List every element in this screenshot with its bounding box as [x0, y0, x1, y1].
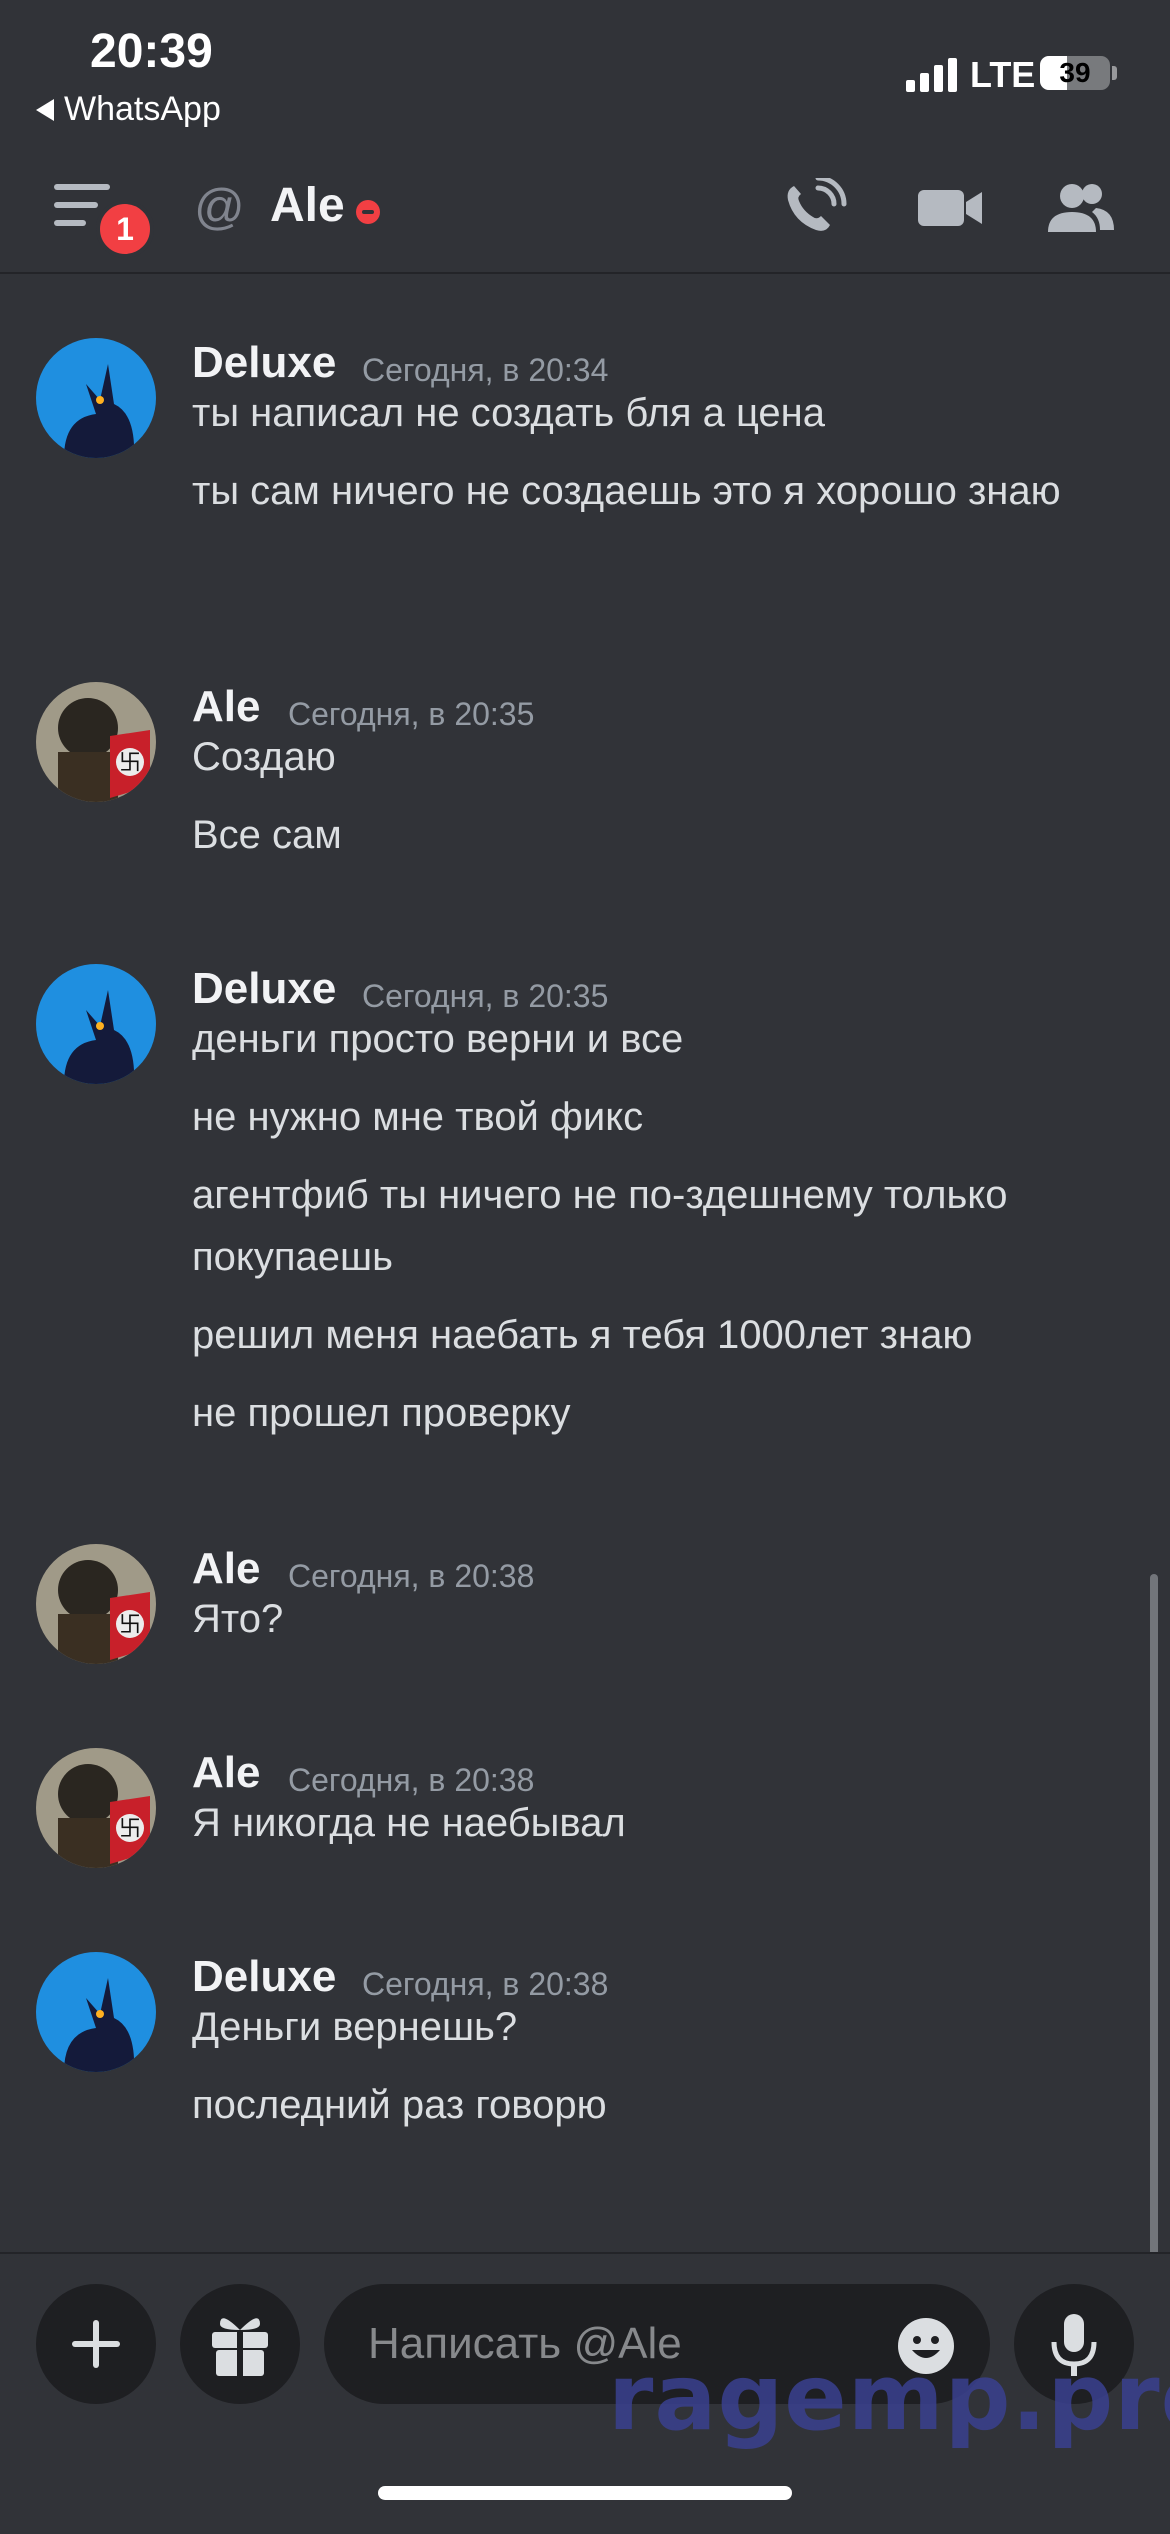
ale-avatar[interactable]: 卐: [36, 682, 156, 802]
notification-badge: 1: [96, 200, 154, 258]
message-author[interactable]: Ale: [192, 1544, 260, 1594]
message-author[interactable]: Deluxe: [192, 964, 336, 1014]
video-call-button[interactable]: [916, 178, 986, 238]
gift-button[interactable]: [180, 2284, 300, 2404]
back-app-label: WhatsApp: [64, 90, 221, 128]
message-text: последний раз говорю: [192, 2083, 607, 2127]
network-type: LTE: [970, 54, 1036, 95]
message-text: не нужно мне твой фикс: [192, 1095, 644, 1139]
gift-icon: [212, 2318, 268, 2376]
message-text: ты сам ничего не создаешь это я хорошо з…: [192, 469, 1061, 513]
message-text: деньги просто верни и все: [192, 1017, 684, 1061]
add-attachment-button[interactable]: [36, 2284, 156, 2404]
back-arrow-icon: [36, 98, 54, 121]
message-text: не прошел проверку: [192, 1391, 571, 1435]
message-list[interactable]: Deluxe Сегодня, в 20:34 ты написал не со…: [0, 274, 1170, 2518]
message-author[interactable]: Ale: [192, 1748, 260, 1798]
members-icon: [1048, 184, 1114, 232]
video-camera-icon: [918, 190, 982, 226]
call-button[interactable]: [780, 175, 850, 238]
back-to-app-link[interactable]: WhatsApp: [36, 90, 221, 129]
message-text: Деньги вернешь?: [192, 2005, 518, 2049]
message-text: Создаю: [192, 735, 336, 779]
message-text: решил меня наебать я тебя 1000лет знаю: [192, 1313, 973, 1357]
svg-text:卐: 卐: [119, 1613, 141, 1638]
deluxe-avatar[interactable]: [36, 1952, 156, 2072]
status-bar: 20:39 WhatsApp LTE 39: [0, 0, 1170, 140]
message-text: Я никогда не наебывал: [192, 1801, 626, 1845]
dnd-status-icon: [356, 200, 380, 224]
deluxe-avatar[interactable]: [36, 964, 156, 1084]
members-button[interactable]: [1046, 178, 1116, 238]
signal-icon: [906, 56, 957, 92]
phone-icon: [787, 175, 847, 231]
message-text: ты написал не создать бля а цена: [192, 391, 825, 435]
message-author[interactable]: Deluxe: [192, 1952, 336, 2002]
watermark: ragemp.pro: [608, 2344, 1170, 2451]
message-text: Все сам: [192, 813, 342, 857]
page-title[interactable]: Ale: [270, 178, 345, 233]
ale-avatar[interactable]: 卐: [36, 1544, 156, 1664]
message-text: агентфиб ты ничего не по-здешнему только…: [192, 1173, 1008, 1279]
channel-header: 1 @ Ale: [0, 140, 1170, 274]
at-icon: @: [194, 179, 245, 235]
home-indicator[interactable]: [378, 2486, 792, 2500]
battery-icon: 39: [1040, 56, 1110, 90]
clock: 20:39: [90, 25, 213, 78]
battery-tip: [1112, 66, 1117, 80]
deluxe-avatar[interactable]: [36, 338, 156, 458]
svg-text:卐: 卐: [119, 1817, 141, 1842]
message-author[interactable]: Deluxe: [192, 338, 336, 388]
svg-text:卐: 卐: [119, 751, 141, 776]
ale-avatar[interactable]: 卐: [36, 1748, 156, 1868]
message-author[interactable]: Ale: [192, 682, 260, 732]
message-text: Ято?: [192, 1597, 284, 1641]
battery-level: 39: [1059, 57, 1091, 88]
